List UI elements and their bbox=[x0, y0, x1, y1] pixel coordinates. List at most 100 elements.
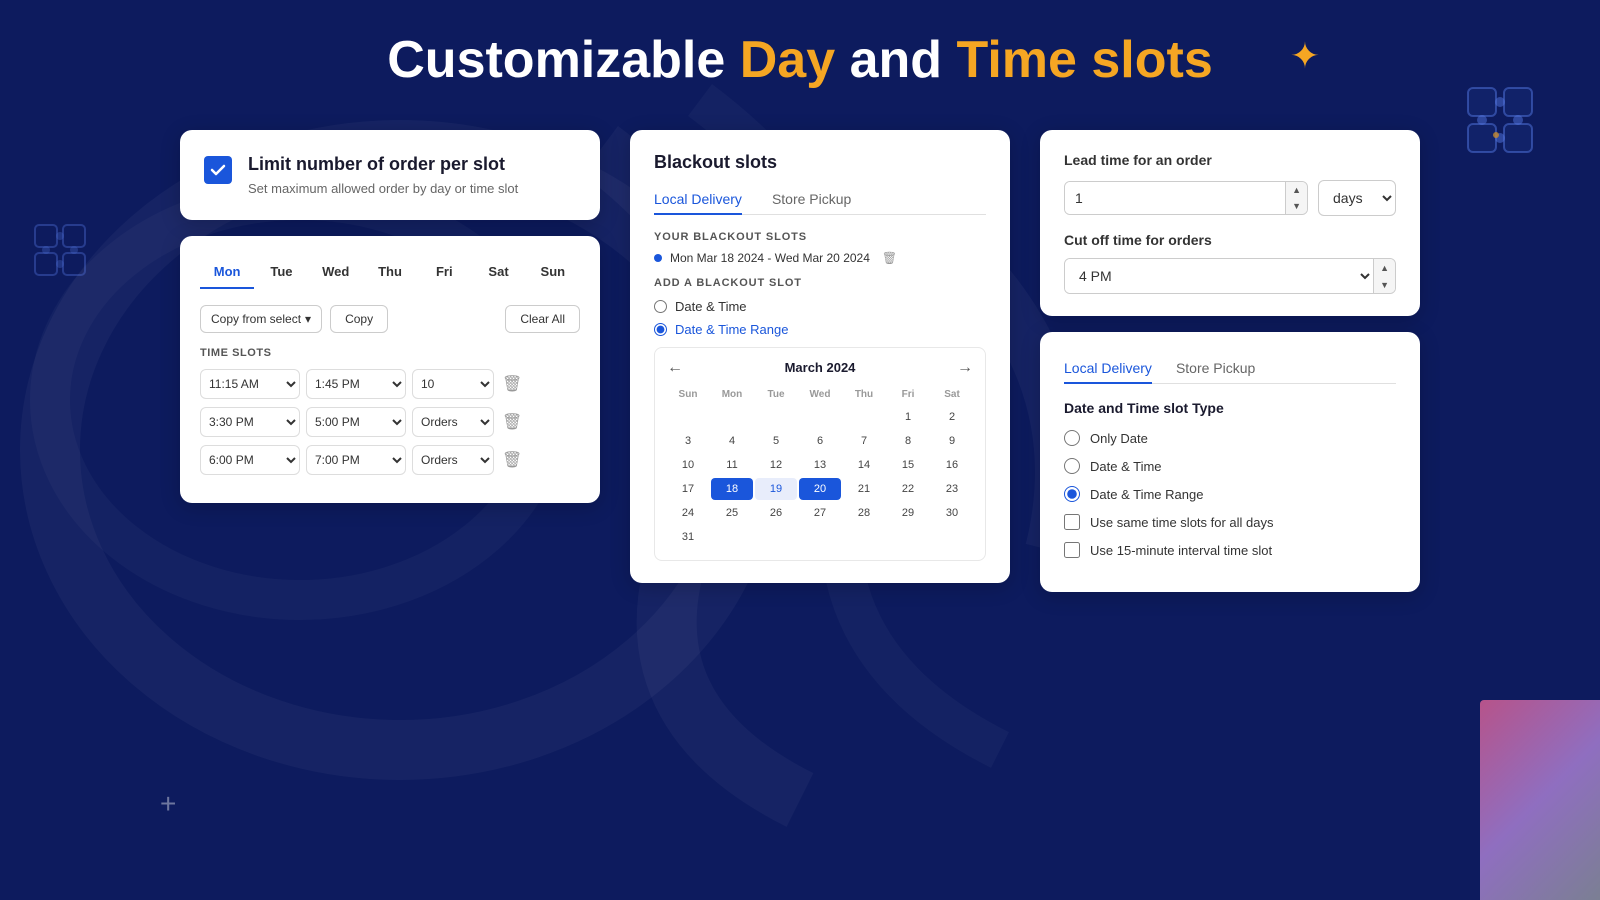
slot1-type-select[interactable]: 10 bbox=[412, 369, 494, 399]
slot3-start-select[interactable]: 6:00 PM bbox=[200, 445, 300, 475]
slot2-end-select[interactable]: 5:00 PM bbox=[306, 407, 406, 437]
day-wed[interactable]: Wed bbox=[309, 256, 363, 289]
limit-order-card: Limit number of order per slot Set maxim… bbox=[180, 130, 600, 220]
cutoff-increment[interactable]: ▲ bbox=[1374, 259, 1395, 276]
cal-day-20[interactable]: 20 bbox=[799, 478, 841, 500]
cal-day-25[interactable]: 25 bbox=[711, 502, 753, 524]
slot1-end-select[interactable]: 1:45 PM bbox=[306, 369, 406, 399]
lead-time-unit-select[interactable]: days hours bbox=[1318, 180, 1396, 216]
slot2-start-select[interactable]: 3:30 PM bbox=[200, 407, 300, 437]
cal-day-7[interactable]: 7 bbox=[843, 430, 885, 452]
cal-day-4[interactable]: 4 bbox=[711, 430, 753, 452]
lead-time-input-row: ▲ ▼ days hours bbox=[1064, 180, 1396, 216]
radio-date-time-range-dt[interactable] bbox=[1064, 486, 1080, 502]
slot2-delete-button[interactable]: 🗑 bbox=[500, 410, 524, 434]
cal-day-23[interactable]: 23 bbox=[931, 478, 973, 500]
cutoff-decrement[interactable]: ▼ bbox=[1374, 276, 1395, 293]
copy-button[interactable]: Copy bbox=[330, 305, 388, 333]
cutoff-label: Cut off time for orders bbox=[1064, 232, 1396, 248]
day-mon[interactable]: Mon bbox=[200, 256, 254, 289]
calendar-next-button[interactable]: → bbox=[957, 359, 973, 377]
calendar-header: ← March 2024 → bbox=[667, 360, 973, 375]
copy-from-chevron: ▾ bbox=[305, 312, 311, 326]
radio-date-time-label: Date & Time bbox=[675, 299, 747, 314]
tab-store-pickup[interactable]: Store Pickup bbox=[772, 185, 851, 215]
clear-all-button[interactable]: Clear All bbox=[505, 305, 580, 333]
cal-header-sat: Sat bbox=[931, 385, 973, 404]
cal-day-8[interactable]: 8 bbox=[887, 430, 929, 452]
option-15min-label: Use 15-minute interval time slot bbox=[1090, 543, 1272, 558]
delivery-tab-store[interactable]: Store Pickup bbox=[1176, 354, 1255, 384]
cal-day-27[interactable]: 27 bbox=[799, 502, 841, 524]
cal-day-15[interactable]: 15 bbox=[887, 454, 929, 476]
cal-day-31[interactable]: 31 bbox=[667, 526, 709, 548]
cal-day-12[interactable]: 12 bbox=[755, 454, 797, 476]
limit-order-checkbox[interactable] bbox=[204, 156, 232, 184]
day-tue[interactable]: Tue bbox=[254, 256, 308, 289]
cal-day-14[interactable]: 14 bbox=[843, 454, 885, 476]
day-sun[interactable]: Sun bbox=[526, 256, 580, 289]
left-panel: Limit number of order per slot Set maxim… bbox=[180, 130, 600, 503]
slot3-type-select[interactable]: Orders bbox=[412, 445, 494, 475]
slot3-delete-button[interactable]: 🗑 bbox=[500, 448, 524, 472]
title-highlight-time: Time slots bbox=[957, 31, 1213, 89]
cal-day-24[interactable]: 24 bbox=[667, 502, 709, 524]
title-part2: and bbox=[835, 31, 956, 89]
lead-time-increment[interactable]: ▲ bbox=[1286, 182, 1307, 198]
cal-day-18[interactable]: 18 bbox=[711, 478, 753, 500]
radio-date-time-input[interactable] bbox=[654, 300, 667, 313]
cal-day-9[interactable]: 9 bbox=[931, 430, 973, 452]
cal-day-13[interactable]: 13 bbox=[799, 454, 841, 476]
option-only-date: Only Date bbox=[1064, 430, 1396, 446]
cal-day-empty bbox=[843, 406, 885, 428]
cal-header-tue: Tue bbox=[755, 385, 797, 404]
blackout-slot-item: Mon Mar 18 2024 - Wed Mar 20 2024 🗑 bbox=[654, 251, 986, 265]
cal-day-11[interactable]: 11 bbox=[711, 454, 753, 476]
cal-day-21[interactable]: 21 bbox=[843, 478, 885, 500]
time-slots-label: TIME SLOTS bbox=[200, 347, 580, 359]
slot1-start-select[interactable]: 11:15 AM bbox=[200, 369, 300, 399]
tab-local-delivery[interactable]: Local Delivery bbox=[654, 185, 742, 215]
slot-delete-icon[interactable]: 🗑 bbox=[882, 251, 897, 265]
days-nav: Mon Tue Wed Thu Fri Sat Sun bbox=[200, 256, 580, 289]
page-header: Customizable Day and Time slots ✦ bbox=[80, 30, 1520, 90]
cal-day-empty bbox=[799, 406, 841, 428]
cal-day-29[interactable]: 29 bbox=[887, 502, 929, 524]
cal-day-3[interactable]: 3 bbox=[667, 430, 709, 452]
checkbox-15min[interactable] bbox=[1064, 542, 1080, 558]
cal-day-5[interactable]: 5 bbox=[755, 430, 797, 452]
cal-day-19[interactable]: 19 bbox=[755, 478, 797, 500]
title-part1: Customizable bbox=[387, 31, 740, 89]
cal-day-17[interactable]: 17 bbox=[667, 478, 709, 500]
cal-day-6[interactable]: 6 bbox=[799, 430, 841, 452]
right-panel: Lead time for an order ▲ ▼ days hours bbox=[1040, 130, 1420, 592]
cal-day-2[interactable]: 2 bbox=[931, 406, 973, 428]
day-sat[interactable]: Sat bbox=[471, 256, 525, 289]
copy-from-select-button[interactable]: Copy from select ▾ bbox=[200, 305, 322, 333]
checkbox-same-slots[interactable] bbox=[1064, 514, 1080, 530]
radio-date-time-range-input[interactable] bbox=[654, 323, 667, 336]
day-fri[interactable]: Fri bbox=[417, 256, 471, 289]
slot1-delete-button[interactable]: 🗑 bbox=[500, 372, 524, 396]
cal-day-22[interactable]: 22 bbox=[887, 478, 929, 500]
radio-date-time-range: Date & Time Range bbox=[654, 322, 986, 337]
cal-day-10[interactable]: 10 bbox=[667, 454, 709, 476]
option-same-slots: Use same time slots for all days bbox=[1064, 514, 1396, 530]
cutoff-spinners: ▲ ▼ bbox=[1373, 259, 1395, 293]
delivery-tab-local[interactable]: Local Delivery bbox=[1064, 354, 1152, 384]
calendar-prev-button[interactable]: ← bbox=[667, 359, 683, 377]
cal-day-1[interactable]: 1 bbox=[887, 406, 929, 428]
day-thu[interactable]: Thu bbox=[363, 256, 417, 289]
cal-day-30[interactable]: 30 bbox=[931, 502, 973, 524]
slot3-end-select[interactable]: 7:00 PM bbox=[306, 445, 406, 475]
radio-date-time-dt[interactable] bbox=[1064, 458, 1080, 474]
cutoff-time-select[interactable]: 4 PM 5 PM 6 PM bbox=[1065, 259, 1373, 293]
lead-time-number-input[interactable] bbox=[1065, 182, 1285, 214]
slot2-type-select[interactable]: Orders bbox=[412, 407, 494, 437]
option-15min-interval: Use 15-minute interval time slot bbox=[1064, 542, 1396, 558]
cal-day-28[interactable]: 28 bbox=[843, 502, 885, 524]
radio-only-date[interactable] bbox=[1064, 430, 1080, 446]
lead-time-decrement[interactable]: ▼ bbox=[1286, 198, 1307, 214]
cal-day-26[interactable]: 26 bbox=[755, 502, 797, 524]
cal-day-16[interactable]: 16 bbox=[931, 454, 973, 476]
